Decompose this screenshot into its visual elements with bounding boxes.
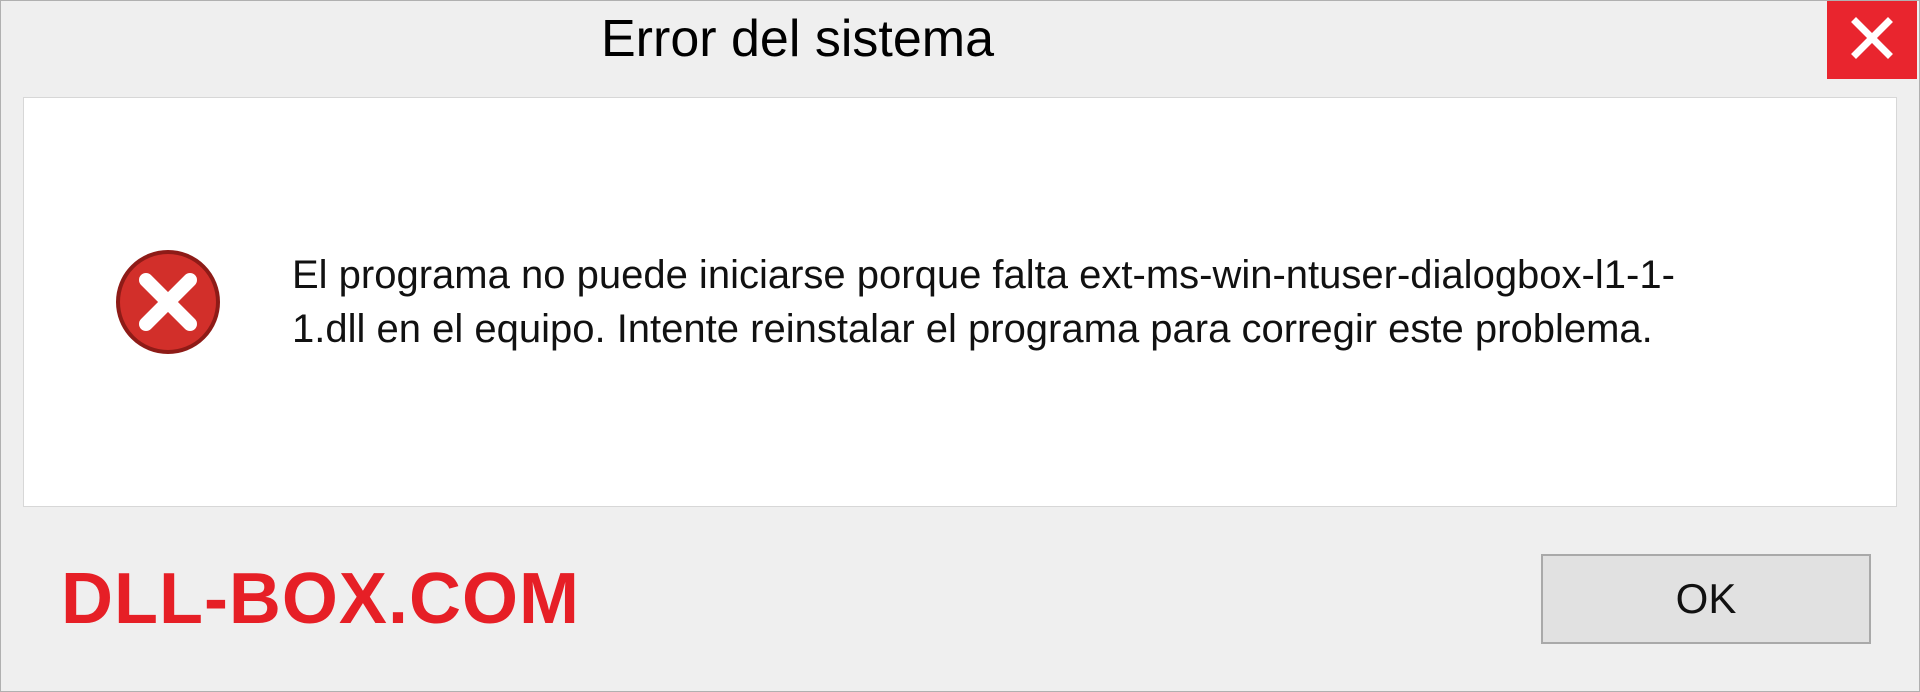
ok-button[interactable]: OK (1541, 554, 1871, 644)
error-icon (114, 248, 222, 356)
error-message: El programa no puede iniciarse porque fa… (292, 248, 1742, 356)
ok-button-label: OK (1676, 575, 1737, 623)
dialog-body: El programa no puede iniciarse porque fa… (23, 97, 1897, 507)
error-dialog: Error del sistema El programa no puede i… (0, 0, 1920, 692)
close-button[interactable] (1827, 1, 1917, 79)
watermark-text: DLL-BOX.COM (61, 558, 580, 640)
dialog-title: Error del sistema (601, 9, 994, 69)
dialog-footer: DLL-BOX.COM OK (1, 507, 1919, 691)
close-icon (1850, 16, 1894, 65)
titlebar: Error del sistema (1, 1, 1919, 79)
